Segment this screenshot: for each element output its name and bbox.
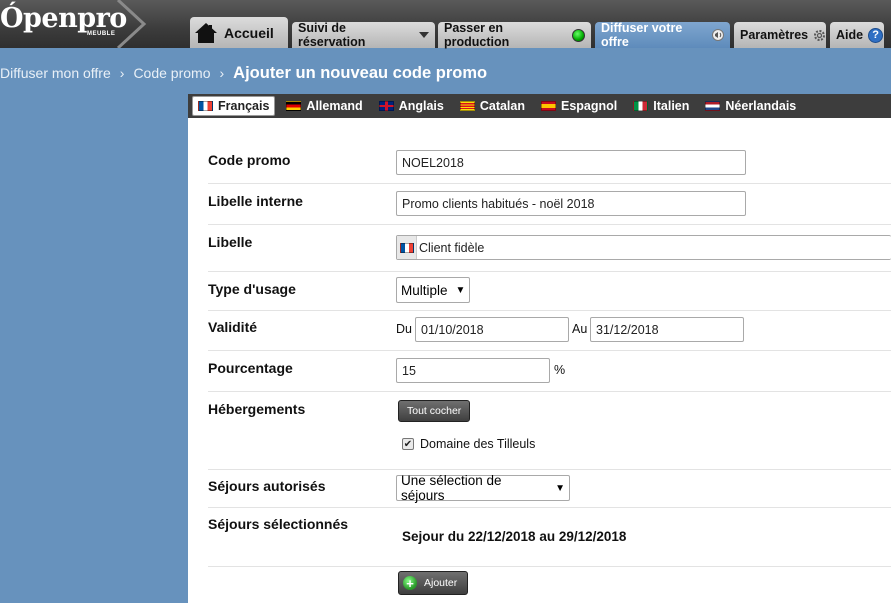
language-label: Allemand [306, 99, 363, 113]
language-tab-francais[interactable]: Français [192, 96, 276, 116]
language-tabs: Français Allemand Anglais Catalan Espagn… [188, 94, 891, 118]
flag-germany-icon [286, 101, 302, 111]
date-debut-input[interactable]: 01/10/2018 [415, 317, 569, 342]
status-green-icon [572, 28, 585, 42]
flag-catalonia-icon [459, 101, 475, 111]
logo-arrow-icon [116, 0, 147, 48]
tab-parametres[interactable]: Paramètres [734, 22, 826, 48]
au-label: Au [572, 322, 588, 336]
form-row-code-promo: Code promo NOEL2018 [208, 142, 891, 184]
form-row-sejours-autorises: Séjours autorisés Une sélection de séjou… [208, 470, 891, 508]
hebergements-label: Hébergements [208, 401, 306, 417]
libelle-input[interactable]: Client fidèle [396, 235, 891, 260]
domaine-tilleuls-label: Domaine des Tilleuls [420, 437, 536, 451]
validite-label: Validité [208, 319, 258, 335]
language-label: Italien [653, 99, 690, 113]
selected-stay-item: Sejour du 22/12/2018 au 29/12/2018 [402, 529, 627, 544]
domaine-tilleuls-checkbox[interactable]: ✔ [402, 438, 414, 450]
tab-suivi-reservation-label: Suivi de réservation [298, 21, 366, 49]
language-label: Espagnol [561, 99, 618, 113]
language-tab-allemand[interactable]: Allemand [281, 97, 367, 115]
language-tab-espagnol[interactable]: Espagnol [536, 97, 622, 115]
breadcrumb: Diffuser mon offre › Code promo › Ajoute… [0, 62, 487, 84]
language-tab-catalan[interactable]: Catalan [455, 97, 530, 115]
form-row-libelle: Libelle Client fidèle [208, 225, 891, 272]
tout-cocher-button[interactable]: Tout cocher [398, 400, 471, 422]
sejours-autorises-select[interactable]: Une sélection de séjours ▼ [396, 473, 570, 503]
breadcrumb-code-promo[interactable]: Code promo [133, 65, 210, 81]
tab-diffuser-offre[interactable]: Diffuser votre offre [595, 21, 730, 49]
chevron-down-icon: ▼ [555, 482, 565, 494]
language-tab-neerlandais[interactable]: Néerlandais [700, 97, 801, 115]
flag-france-icon [198, 101, 213, 111]
tab-passer-production-label: Passer en production [444, 21, 510, 49]
code-promo-input[interactable]: NOEL2018 [396, 150, 746, 175]
pourcentage-label: Pourcentage [208, 360, 293, 376]
breadcrumb-separator: › [219, 65, 225, 81]
chevron-down-icon: ▼ [455, 284, 466, 296]
openpro-logo[interactable]: Ópenpro MEUBLE [0, 0, 152, 48]
ajouter-label: Ajouter [424, 577, 458, 589]
type-usage-value: Multiple [401, 282, 448, 298]
du-label: Du [396, 322, 412, 336]
language-label: Français [218, 99, 270, 113]
date-fin-input[interactable]: 31/12/2018 [590, 317, 744, 342]
language-tab-italien[interactable]: Italien [628, 97, 694, 115]
language-label: Anglais [398, 99, 444, 113]
breadcrumb-separator: › [119, 65, 125, 81]
tab-passer-production[interactable]: Passer en production [438, 21, 591, 49]
form-row-hebergements: Hébergements Tout cocher ✔ Domaine des T… [208, 392, 891, 470]
home-icon [195, 22, 217, 43]
form-row-libelle-interne: Libelle interne Promo clients habitués -… [208, 184, 891, 225]
megaphone-icon [712, 29, 724, 41]
logo-text: Ópenpro [0, 3, 127, 34]
plus-icon: + [403, 576, 417, 590]
sejours-selectionnes-label: Séjours sélectionnés [208, 516, 349, 532]
form-row-sejours-selectionnes: Séjours sélectionnés Sejour du 22/12/201… [208, 508, 891, 567]
form-row-type-usage: Type d'usage Multiple ▼ [208, 272, 891, 311]
language-tab-anglais[interactable]: Anglais [374, 97, 449, 115]
flag-netherlands-icon [705, 101, 721, 111]
tab-aide[interactable]: Aide ? [830, 22, 884, 48]
libelle-label: Libelle [208, 234, 253, 250]
ajouter-button[interactable]: + Ajouter [398, 571, 469, 595]
form-row-pourcentage: Pourcentage 15 % [208, 351, 891, 392]
breadcrumb-diffuser-offre[interactable]: Diffuser mon offre [0, 65, 111, 81]
libelle-interne-label: Libelle interne [208, 193, 303, 209]
tab-suivi-reservation[interactable]: Suivi de réservation [292, 21, 435, 49]
percent-unit: % [554, 363, 566, 377]
help-icon: ? [868, 27, 884, 43]
libelle-value: Client fidèle [419, 240, 485, 255]
tab-accueil[interactable]: Accueil [190, 17, 288, 48]
flag-spain-icon [541, 101, 556, 111]
pourcentage-input[interactable]: 15 [396, 358, 550, 383]
sejours-autorises-value: Une sélection de séjours [401, 473, 502, 503]
tab-parametres-label: Paramètres [740, 28, 809, 42]
flag-italy-icon [633, 101, 649, 111]
chevron-down-icon [419, 32, 429, 38]
top-navigation-bar: Ópenpro MEUBLE Accueil Suivi de réservat… [0, 0, 891, 49]
language-label: Catalan [479, 99, 525, 113]
tab-aide-label: Aide [836, 28, 864, 42]
type-usage-select[interactable]: Multiple ▼ [396, 277, 470, 303]
form-row-validite: Validité Du 01/10/2018 Au 31/12/2018 [208, 311, 891, 351]
libelle-interne-input[interactable]: Promo clients habitués - noël 2018 [396, 191, 746, 216]
flag-france-icon [397, 236, 417, 259]
sejours-autorises-label: Séjours autorisés [208, 478, 326, 494]
tab-accueil-label: Accueil [224, 24, 274, 41]
type-usage-label: Type d'usage [208, 281, 296, 297]
flag-uk-icon [378, 101, 394, 111]
page-title: Ajouter un nouveau code promo [233, 63, 488, 82]
code-promo-label: Code promo [208, 152, 291, 168]
gear-icon [813, 29, 826, 42]
tab-diffuser-offre-label: Diffuser votre offre [601, 21, 683, 49]
language-label: Néerlandais [725, 99, 797, 113]
main-panel: Français Allemand Anglais Catalan Espagn… [188, 94, 891, 603]
